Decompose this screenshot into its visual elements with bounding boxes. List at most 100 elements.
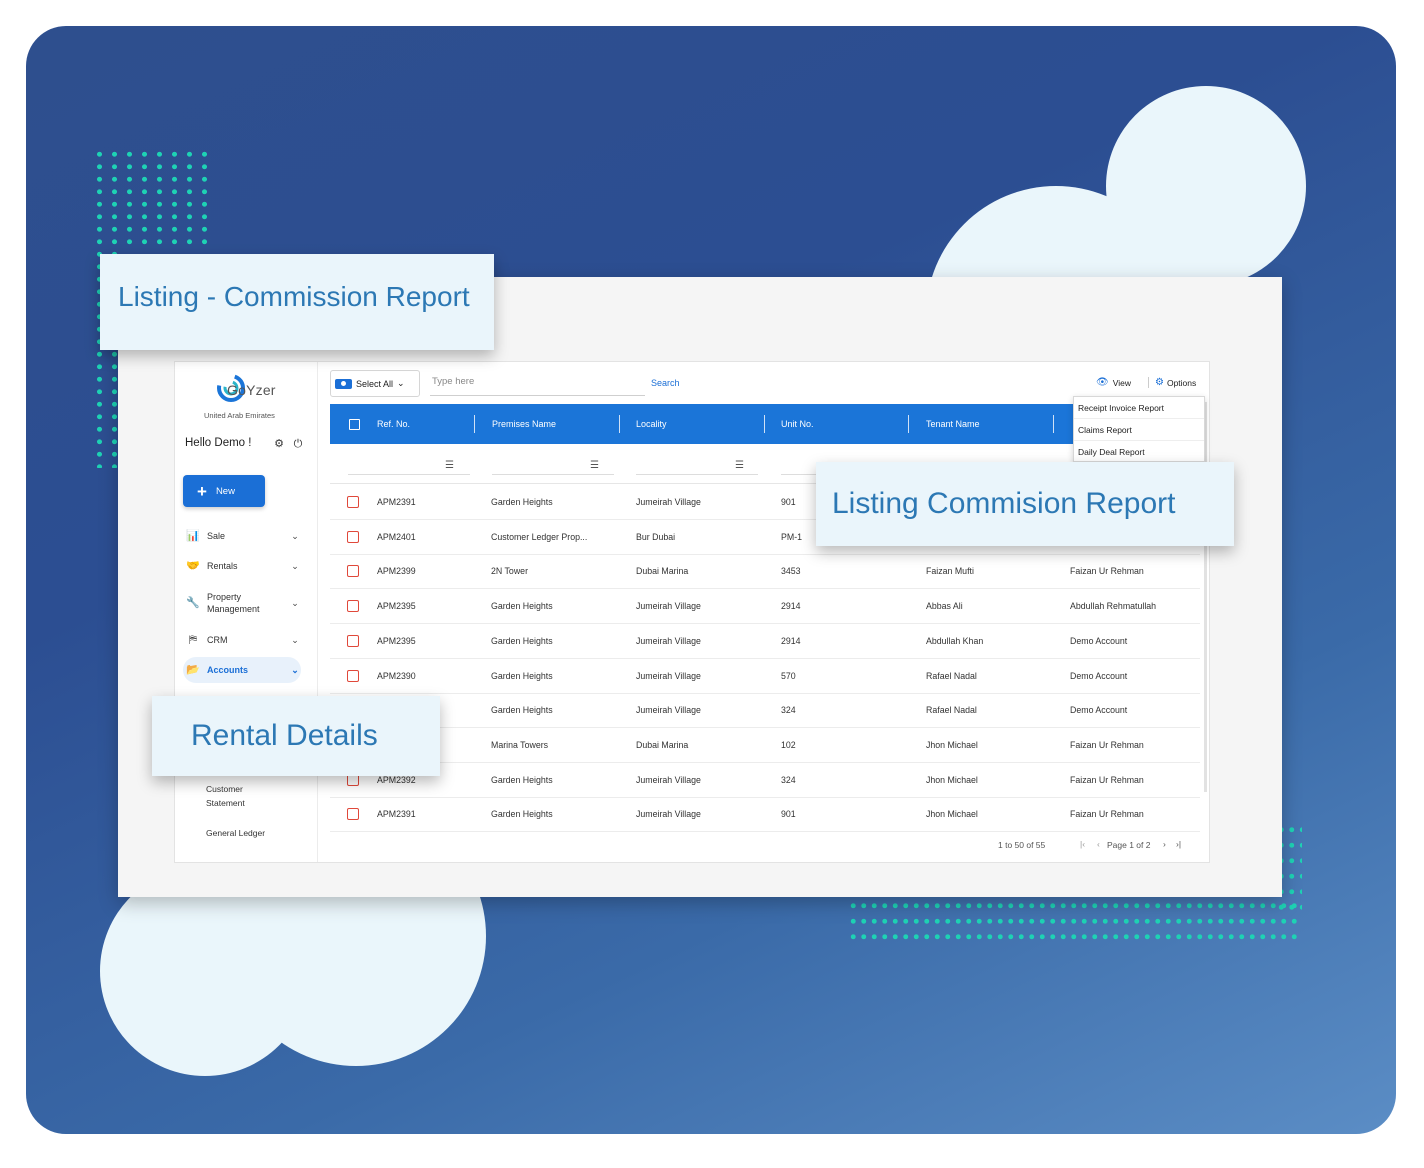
menu-item-daily-deal-report[interactable]: Daily Deal Report [1074, 441, 1204, 463]
select-all-dropdown[interactable]: Select All ⌄ [330, 370, 420, 397]
power-icon[interactable]: ⏻ [292, 438, 304, 450]
search-input[interactable]: Type here [430, 372, 645, 396]
cell-owner: Abdullah Rehmatullah [1070, 601, 1157, 612]
cell-premises: Garden Heights [491, 670, 553, 681]
cell-ref: APM2391 [377, 497, 416, 507]
select-all-checkbox[interactable] [349, 419, 360, 430]
filter-input-premises[interactable] [492, 474, 614, 475]
table-row[interactable]: APM2395 Garden Heights Jumeirah Village 291… [330, 624, 1200, 659]
menu-item-receipt-invoice-report[interactable]: Receipt Invoice Report [1074, 397, 1204, 419]
table-row[interactable]: APM2395 Garden Heights Jumeirah Village 291… [330, 589, 1200, 625]
chevron-down-icon: ⌄ [291, 664, 299, 675]
cell-premises: Garden Heights [491, 774, 553, 785]
cell-tenant: Abbas Ali [926, 601, 963, 612]
cell-ref: APM2399 [377, 566, 416, 577]
sidebar-item-accounts[interactable]: 📂 Accounts ⌄ [183, 657, 301, 683]
cell-ref: APM2395 [377, 635, 416, 646]
table-row[interactable]: APM2390 Garden Heights Jumeirah Village 570… [330, 659, 1200, 694]
filter-input-ref[interactable] [348, 474, 470, 475]
filter-input-locality[interactable] [636, 474, 758, 475]
logo-text: GoYzer [227, 382, 276, 398]
search-button[interactable]: Search [651, 378, 680, 388]
chevron-down-icon: ⌄ [291, 530, 299, 541]
callout-text: Rental Details [191, 719, 378, 752]
cell-premises: Garden Heights [491, 601, 553, 612]
sidebar-item-label: CRM [207, 635, 228, 645]
filter-icon[interactable]: ☰ [590, 460, 599, 471]
subnav-general-ledger[interactable]: General Ledger [206, 826, 265, 840]
table-row[interactable]: Garden Heights Jumeirah Village 324 Rafael … [330, 693, 1200, 729]
cell-locality: Jumeirah Village [636, 601, 701, 612]
sidebar-item-label: Property Management [207, 592, 260, 614]
plus-icon: + [197, 481, 207, 501]
cell-locality: Dubai Marina [636, 566, 689, 577]
filter-icon[interactable]: ☰ [445, 460, 454, 471]
row-checkbox[interactable] [347, 634, 359, 647]
last-page-icon[interactable]: ›| [1176, 839, 1181, 849]
row-checkbox[interactable] [347, 600, 359, 613]
column-header-locality[interactable]: Locality [636, 404, 667, 444]
cell-locality: Jumeirah Village [636, 705, 701, 716]
cloud-shape-top-right-2 [1106, 86, 1306, 286]
gears-icon: ⚙ [1155, 377, 1164, 388]
cell-locality: Jumeirah Village [636, 497, 701, 507]
cell-tenant: Rafael Nadal [926, 670, 977, 681]
sidebar-item-label: Sale [207, 531, 226, 541]
cell-unit: 2914 [781, 601, 801, 612]
options-button[interactable]: ⚙ Options [1148, 377, 1196, 388]
new-button[interactable]: + New [183, 475, 265, 507]
column-header-premises[interactable]: Premises Name [492, 404, 556, 444]
prev-page-icon[interactable]: ‹ [1097, 839, 1100, 849]
sidebar-item-sale[interactable]: 📊 Sale ⌄ [183, 523, 301, 549]
row-checkbox[interactable] [347, 530, 359, 543]
sidebar-item-crm[interactable]: ⛿ CRM ⌄ [183, 627, 301, 653]
table-row[interactable]: APM2391 Garden Heights Jumeirah Village 901… [330, 797, 1200, 833]
row-checkbox[interactable] [347, 496, 359, 508]
column-header-unit[interactable]: Unit No. [781, 404, 814, 444]
table-row[interactable]: APM2392 Garden Heights Jumeirah Village 324… [330, 763, 1200, 798]
chevron-down-icon: ⌄ [397, 378, 405, 388]
column-header-tenant[interactable]: Tenant Name [926, 404, 980, 444]
cell-ref: APM2401 [377, 531, 416, 542]
gear-icon[interactable]: ⚙ [273, 438, 285, 450]
column-header-ref[interactable]: Ref. No. [377, 404, 410, 444]
column-divider [474, 415, 475, 433]
view-button[interactable]: 👁 View [1096, 377, 1131, 388]
pagination-page: Page 1 of 2 [1107, 840, 1151, 850]
folder-icon: 📂 [186, 664, 200, 676]
chevron-down-icon: ⌄ [291, 634, 299, 645]
sidebar-item-rentals[interactable]: 🤝 Rentals ⌄ [183, 553, 301, 579]
column-divider [764, 415, 765, 433]
callout-text: Listing Commision Report [832, 487, 1176, 520]
row-checkbox[interactable] [347, 808, 359, 821]
wrench-icon: 🔧 [186, 597, 200, 609]
eye-icon: 👁 [1096, 377, 1109, 388]
subnav-customer-statement[interactable]: Customer Statement [206, 782, 276, 810]
next-page-icon[interactable]: › [1163, 839, 1166, 849]
filter-icon[interactable]: ☰ [735, 460, 744, 471]
cell-premises: Garden Heights [491, 497, 553, 507]
sidebar-item-label: Accounts [207, 665, 249, 675]
callout-listing-commission-report: Listing - Commission Report [100, 254, 494, 350]
menu-item-claims-report[interactable]: Claims Report [1074, 419, 1204, 441]
cell-owner: Faizan Ur Rehman [1070, 809, 1144, 820]
cell-owner: Demo Account [1070, 635, 1128, 646]
options-label: Options [1166, 377, 1197, 388]
cell-premises: 2N Tower [491, 566, 528, 577]
first-page-icon[interactable]: |‹ [1080, 839, 1085, 849]
table-row[interactable]: APM2399 2N Tower Dubai Marina 3453 Faizan Mu… [330, 554, 1200, 590]
callout-text: Listing - Commission Report [118, 281, 470, 312]
table-row[interactable]: Marina Towers Dubai Marina 102 Jhon Michael… [330, 728, 1200, 763]
cell-ref: APM2391 [377, 809, 416, 820]
cell-owner: Demo Account [1070, 705, 1128, 716]
select-all-label: Select All [356, 378, 394, 389]
column-divider [619, 415, 620, 433]
callout-rental-details: Rental Details [152, 696, 440, 776]
chevron-down-icon: ⌄ [291, 560, 299, 571]
row-checkbox[interactable] [347, 565, 359, 578]
sidebar-item-property-management[interactable]: 🔧 Property Management ⌄ [183, 588, 301, 618]
cell-unit: 102 [781, 739, 796, 750]
cell-owner: Faizan Ur Rehman [1070, 566, 1144, 577]
row-checkbox[interactable] [347, 669, 359, 682]
cell-premises: Garden Heights [491, 705, 553, 716]
